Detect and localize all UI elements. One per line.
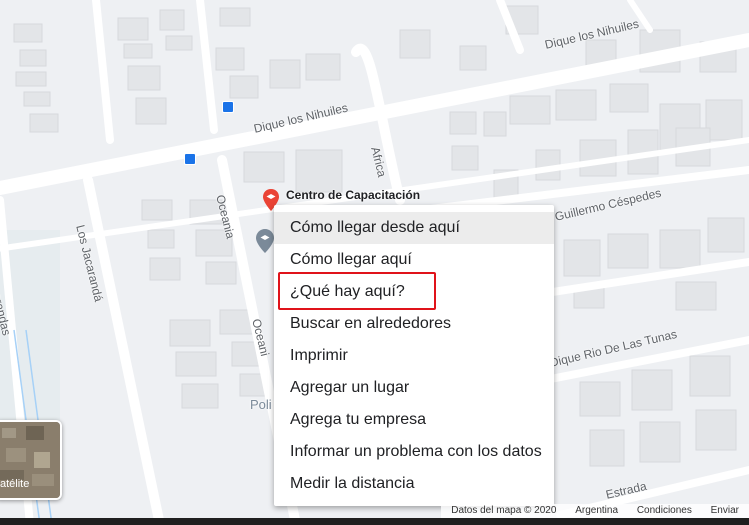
- map-footer: Datos del mapa © 2020 Argentina Condicio…: [0, 504, 749, 525]
- poi-label[interactable]: Poli: [250, 397, 272, 412]
- menu-item-measure-distance[interactable]: Medir la distancia: [274, 468, 554, 500]
- bus-stop-icon[interactable]: [184, 153, 196, 165]
- menu-item-whats-here[interactable]: ¿Qué hay aquí?: [274, 276, 554, 308]
- poi-label[interactable]: Centro de Capacitación: [286, 188, 420, 202]
- send-feedback-link[interactable]: Enviar: [711, 505, 739, 516]
- satellite-toggle[interactable]: atélite: [0, 420, 62, 500]
- menu-item-add-place[interactable]: Agregar un lugar: [274, 372, 554, 404]
- context-menu: Cómo llegar desde aquí Cómo llegar aquí …: [274, 205, 554, 506]
- menu-item-print[interactable]: Imprimir: [274, 340, 554, 372]
- map-data-text: Datos del mapa © 2020: [451, 505, 557, 516]
- bottom-bar: [0, 518, 749, 525]
- place-pin-icon[interactable]: [256, 229, 274, 253]
- menu-item-add-business[interactable]: Agrega tu empresa: [274, 404, 554, 436]
- terms-link[interactable]: Condiciones: [637, 505, 692, 516]
- country-link[interactable]: Argentina: [575, 505, 618, 516]
- attribution-bar: Datos del mapa © 2020 Argentina Condicio…: [441, 504, 749, 518]
- bus-stop-icon[interactable]: [222, 101, 234, 113]
- menu-item-directions-from[interactable]: Cómo llegar desde aquí: [274, 212, 554, 244]
- menu-item-directions-to[interactable]: Cómo llegar aquí: [274, 244, 554, 276]
- satellite-label: atélite: [0, 478, 30, 490]
- menu-item-report-problem[interactable]: Informar un problema con los datos: [274, 436, 554, 468]
- menu-item-search-nearby[interactable]: Buscar en alrededores: [274, 308, 554, 340]
